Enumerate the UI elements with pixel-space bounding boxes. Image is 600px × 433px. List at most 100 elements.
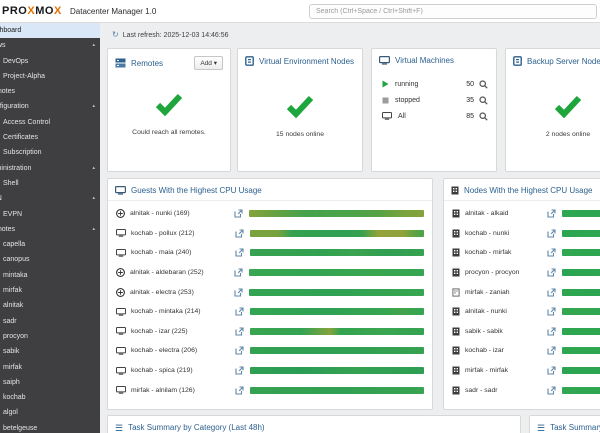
external-link-icon[interactable] [547,268,556,277]
cpu-usage-row: kochab - mirfak [452,243,600,263]
sidebar-item-capella[interactable]: capella [0,237,100,252]
sidebar-item-certificates[interactable]: Certificates [0,130,100,145]
sidebar-item-sdn[interactable]: SDN ▴ [0,191,100,206]
cpu-row-label: kochab - pollux (212) [131,229,195,237]
search-input[interactable] [309,4,597,19]
node-icon [452,248,460,257]
refresh-icon[interactable]: ↻ [112,30,119,39]
external-link-icon[interactable] [547,209,556,218]
cpu-usage-bar [562,386,600,394]
vm-status-label: All [398,112,406,120]
external-link-icon[interactable] [235,307,244,316]
vm-row-icon [116,386,126,394]
external-link-icon[interactable] [547,327,556,336]
external-link-icon[interactable] [235,327,244,336]
sidebar-item-label: capella [3,241,26,249]
cpu-row-label: sadr - sadr [465,386,498,394]
sidebar-item-algol[interactable]: algol [0,405,100,420]
external-link-icon[interactable] [547,346,556,356]
pbs-nodes-card-title: Backup Server Nodes [527,56,600,66]
sidebar-item-canopus[interactable]: canopus [0,252,100,267]
sidebar-item-sabik[interactable]: sabik [0,344,100,359]
pve-nodes-card-title: Virtual Environment Nodes [259,56,355,66]
sidebar-item-views[interactable]: Views ▴ [0,38,100,53]
sidebar-item-administration[interactable]: Administration ▴ [0,161,100,176]
ct-icon [116,209,125,219]
sidebar-item-label: mirfak [3,363,23,371]
sidebar-item-remotes[interactable]: Remotes ▴ [0,222,100,237]
sidebar-item-alnitak[interactable]: alnitak [0,298,100,313]
sidebar-item-shell[interactable]: Shell [0,176,100,191]
vm-status-row: All 85 [382,108,488,124]
sidebar-item-saiph[interactable]: saiph [0,375,100,390]
task-summary-panel: ☰ Task Summary [529,415,600,433]
vm-status-count: 85 [466,112,474,120]
monitor-icon [115,186,126,195]
sidebar-item-sadr[interactable]: sadr [0,314,100,329]
magnifier-icon[interactable] [479,79,488,89]
sidebar-item-project-alpha[interactable]: Project-Alpha [0,69,100,84]
cpu-usage-row: sadr - sadr [452,380,600,400]
external-link-icon[interactable] [547,229,556,238]
cpu-usage-bar [562,347,600,355]
sidebar-item-devops[interactable]: DevOps [0,54,100,69]
check-icon [285,95,315,118]
vm-status-label: running [395,80,419,88]
node-icon [452,307,460,316]
external-link-icon[interactable] [234,288,243,297]
cpu-row-label: mirfak - mirfak [465,367,509,375]
external-link-icon[interactable] [547,366,556,375]
node-icon [452,268,460,277]
external-link-icon[interactable] [234,268,243,277]
sidebar-item-label: Configuration [0,103,29,111]
external-link-icon[interactable] [547,307,556,316]
cpu-usage-row: kochab - izar [452,341,600,361]
collapse-arrow-icon[interactable]: ▴ [92,38,95,53]
sidebar-item-betelgeuse[interactable]: betelgeuse [0,421,100,433]
sidebar-item-configuration[interactable]: Configuration ▴ [0,99,100,114]
sidebar-item-dashboard[interactable]: Dashboard [0,23,100,39]
cpu-row-label: mirfak - alnilam (126) [131,386,195,394]
sidebar-item-kochab[interactable]: kochab [0,390,100,405]
external-link-icon[interactable] [235,386,244,395]
sidebar-item-mirfak[interactable]: mirfak [0,360,100,375]
cpu-row-label: kochab - izar [465,347,504,355]
sidebar-item-procyon[interactable]: procyon [0,329,100,344]
cpu-usage-bar [562,229,600,237]
sidebar-item-subscription[interactable]: Subscription [0,145,100,160]
collapse-arrow-icon[interactable]: ▴ [92,99,95,114]
sidebar-item-label: Remotes [0,225,16,233]
external-link-icon[interactable] [235,366,244,375]
sidebar-item-evpn[interactable]: EVPN [0,207,100,222]
sidebar-item-label: betelgeuse [3,424,38,432]
vm-status-row: stopped 35 [382,92,488,108]
external-link-icon[interactable] [547,248,556,258]
play-icon [382,80,389,88]
sidebar-item-label: Administration [0,164,32,172]
magnifier-icon[interactable] [479,111,488,121]
external-link-icon[interactable] [235,346,244,356]
sidebar-item-remotes[interactable]: Remotes [0,84,100,99]
sidebar-item-access-control[interactable]: Access Control [0,115,100,130]
collapse-arrow-icon[interactable]: ▴ [92,222,95,237]
collapse-arrow-icon[interactable]: ▴ [92,191,95,206]
external-link-icon[interactable] [235,248,244,258]
sidebar-item-label: canopus [3,256,30,264]
sidebar-item-label: kochab [3,394,26,402]
sidebar-item-label: Shell [3,179,19,187]
sidebar-item-label: procyon [3,332,28,340]
external-link-icon[interactable] [547,386,556,395]
sidebar-item-mintaka[interactable]: mintaka [0,268,100,283]
cpu-usage-bar [250,249,424,257]
collapse-arrow-icon[interactable]: ▴ [92,161,95,176]
external-link-icon[interactable] [547,288,556,297]
node-icon [452,327,460,336]
sidebar-item-mirfak[interactable]: mirfak [0,283,100,298]
add-remote-button[interactable]: Add ▾ [194,56,223,70]
external-link-icon[interactable] [234,209,243,218]
node-icon [452,386,460,395]
ct-icon [116,268,125,278]
magnifier-icon[interactable] [479,95,488,105]
app-window: PROXMOX Datacenter Manager 1.0 Dashboard… [0,0,600,433]
external-link-icon[interactable] [235,229,244,238]
